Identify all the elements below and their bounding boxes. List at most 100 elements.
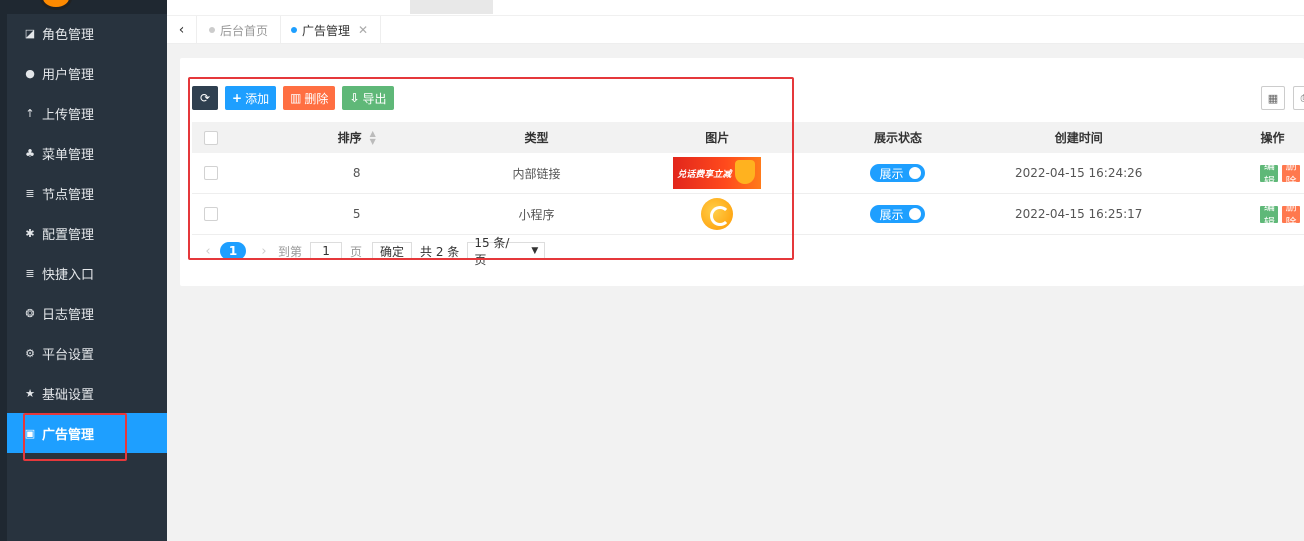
table-toolbar: ⟳ + 添加 ▥ 删除 ⇩ 导出 [192, 86, 394, 110]
tab-back-button[interactable]: ‹ [167, 16, 197, 44]
toggle-label: 展示 [879, 166, 904, 181]
header-status: 展示状态 [873, 131, 922, 145]
sidebar-item-menu[interactable]: ♣ 菜单管理 [7, 133, 167, 173]
sidebar-item-config[interactable]: ✱ 配置管理 [7, 213, 167, 253]
table-row: 8 内部链接 兑话费享立减 展示 2022-04-15 16:24:26 编辑 … [192, 153, 1304, 194]
sidebar: ◪ 角色管理 ● 用户管理 ↑ 上传管理 ♣ 菜单管理 ≣ 节点管理 ✱ 配置管理 ≣ 快捷入… [0, 0, 167, 541]
print-button[interactable]: ⎙ [1293, 86, 1304, 110]
tab-home[interactable]: 后台首页 [197, 16, 282, 44]
columns-filter-button[interactable]: ▦ [1261, 86, 1285, 110]
select-all-checkbox[interactable] [203, 130, 218, 145]
cell-image [589, 194, 845, 234]
sidebar-item-user[interactable]: ● 用户管理 [7, 53, 167, 93]
table-header: 排序 ▲ ▼ 类型 图片 展示状态 创建时间 操作 [192, 122, 1304, 153]
header-type: 类型 [524, 131, 549, 145]
row-checkbox-cell [192, 194, 230, 234]
cell-sort: 5 [352, 207, 361, 221]
sidebar-item-ads[interactable]: ▣ 广告管理 [7, 413, 167, 453]
next-page-button[interactable]: › [256, 244, 272, 259]
trash-icon: ▥ [290, 91, 302, 105]
cell-created: 2022-04-15 16:24:26 [1014, 166, 1143, 180]
sidebar-item-upload[interactable]: ↑ 上传管理 [7, 93, 167, 133]
tab-label: 广告管理 [302, 23, 351, 38]
logo-icon [40, 0, 72, 10]
tree-icon: ♣ [25, 146, 35, 160]
sidebar-item-node[interactable]: ≣ 节点管理 [7, 173, 167, 213]
miniprogram-logo-image[interactable] [701, 198, 734, 230]
sidebar-item-label: 上传管理 [42, 107, 95, 123]
row-delete-button[interactable]: 删除 [1282, 159, 1300, 188]
status-toggle[interactable]: 展示 [870, 164, 926, 182]
top-header [167, 0, 1304, 15]
add-button[interactable]: + 添加 [225, 86, 277, 110]
sidebar-item-label: 配置管理 [42, 227, 95, 243]
banner-text: 兑话费享立减 [677, 169, 732, 180]
sidebar-item-log[interactable]: ❂ 日志管理 [7, 293, 167, 333]
columns-icon: ▦ [1267, 91, 1279, 105]
header-actions: 操作 [1260, 131, 1285, 145]
cell-created: 2022-04-15 16:25:17 [1014, 207, 1143, 221]
sidebar-item-basic[interactable]: ★ 基础设置 [7, 373, 167, 413]
sidebar-item-label: 快捷入口 [42, 267, 95, 283]
status-toggle[interactable]: 展示 [870, 205, 926, 223]
logo [7, 0, 167, 14]
toggle-label: 展示 [879, 207, 904, 222]
cell-type: 内部链接 [512, 166, 561, 181]
toggle-knob [909, 167, 922, 179]
cell-status: 展示 [845, 153, 951, 193]
header-created: 创建时间 [1054, 131, 1103, 145]
page-1-button[interactable]: 1 [220, 242, 246, 260]
sidebar-item-label: 用户管理 [42, 67, 95, 83]
cell-sort: 8 [352, 166, 361, 180]
tabs-bar: ‹ 后台首页 广告管理 ✕ [167, 15, 1304, 44]
export-button[interactable]: ⇩ 导出 [342, 86, 394, 110]
shield-icon [735, 160, 756, 184]
page-size-select[interactable]: 15 条/页 ▼ [467, 236, 546, 267]
column-label: 排序 [337, 131, 362, 145]
log-icon: ❂ [25, 306, 35, 320]
sort-icon[interactable]: ▲ ▼ [370, 129, 376, 146]
header-tab-block [410, 0, 493, 14]
add-label: 添加 [245, 91, 270, 106]
cell-actions: 编辑 删除 [1206, 194, 1304, 234]
toggle-knob [909, 208, 922, 220]
goto-prefix: 到第 [278, 244, 303, 259]
sidebar-item-label: 广告管理 [42, 427, 95, 443]
page-size-value: 15 条/页 [474, 236, 510, 267]
close-icon[interactable]: ✕ [358, 23, 368, 37]
sidebar-item-label: 菜单管理 [42, 147, 95, 163]
list-icon: ≣ [25, 266, 35, 280]
tab-dot-icon [291, 27, 297, 33]
sidebar-edge [0, 0, 7, 541]
sidebar-item-shortcut[interactable]: ≣ 快捷入口 [7, 253, 167, 293]
goto-confirm-button[interactable]: 确定 [372, 242, 413, 260]
row-checkbox[interactable] [203, 207, 218, 221]
edit-button[interactable]: 编辑 [1260, 200, 1279, 229]
upload-icon: ↑ [25, 106, 35, 120]
table-row: 5 小程序 展示 2022-04-15 16:25:17 编辑 删除 [192, 194, 1304, 235]
sidebar-item-platform[interactable]: ⚙ 平台设置 [7, 333, 167, 373]
sidebar-item-label: 基础设置 [42, 387, 95, 403]
pagination: ‹ 1 › 到第 1 页 确定 共 2 条 15 条/页 ▼ [200, 236, 546, 267]
refresh-button[interactable]: ⟳ [192, 86, 218, 110]
refresh-icon: ⟳ [199, 91, 211, 105]
row-checkbox-cell [192, 153, 230, 193]
delete-button[interactable]: ▥ 删除 [283, 86, 336, 110]
row-checkbox[interactable] [203, 166, 218, 180]
goto-page-input[interactable]: 1 [310, 242, 343, 260]
tab-label: 后台首页 [220, 23, 269, 38]
cell-actions: 编辑 删除 [1206, 153, 1304, 193]
sidebar-item-role[interactable]: ◪ 角色管理 [7, 13, 167, 53]
row-delete-button[interactable]: 删除 [1282, 200, 1300, 229]
image-icon: ▣ [24, 426, 36, 440]
plus-icon: + [232, 91, 243, 105]
export-icon: ⇩ [349, 91, 360, 105]
tab-ads[interactable]: 广告管理 ✕ [279, 16, 382, 44]
prev-page-button[interactable]: ‹ [200, 244, 216, 259]
list-icon: ≣ [25, 186, 35, 200]
edit-button[interactable]: 编辑 [1260, 159, 1279, 188]
cell-image: 兑话费享立减 [589, 153, 845, 193]
ad-banner-image[interactable]: 兑话费享立减 [673, 157, 762, 189]
header-sort[interactable]: 排序 ▲ ▼ [230, 122, 484, 153]
header-checkbox-cell [192, 122, 230, 153]
